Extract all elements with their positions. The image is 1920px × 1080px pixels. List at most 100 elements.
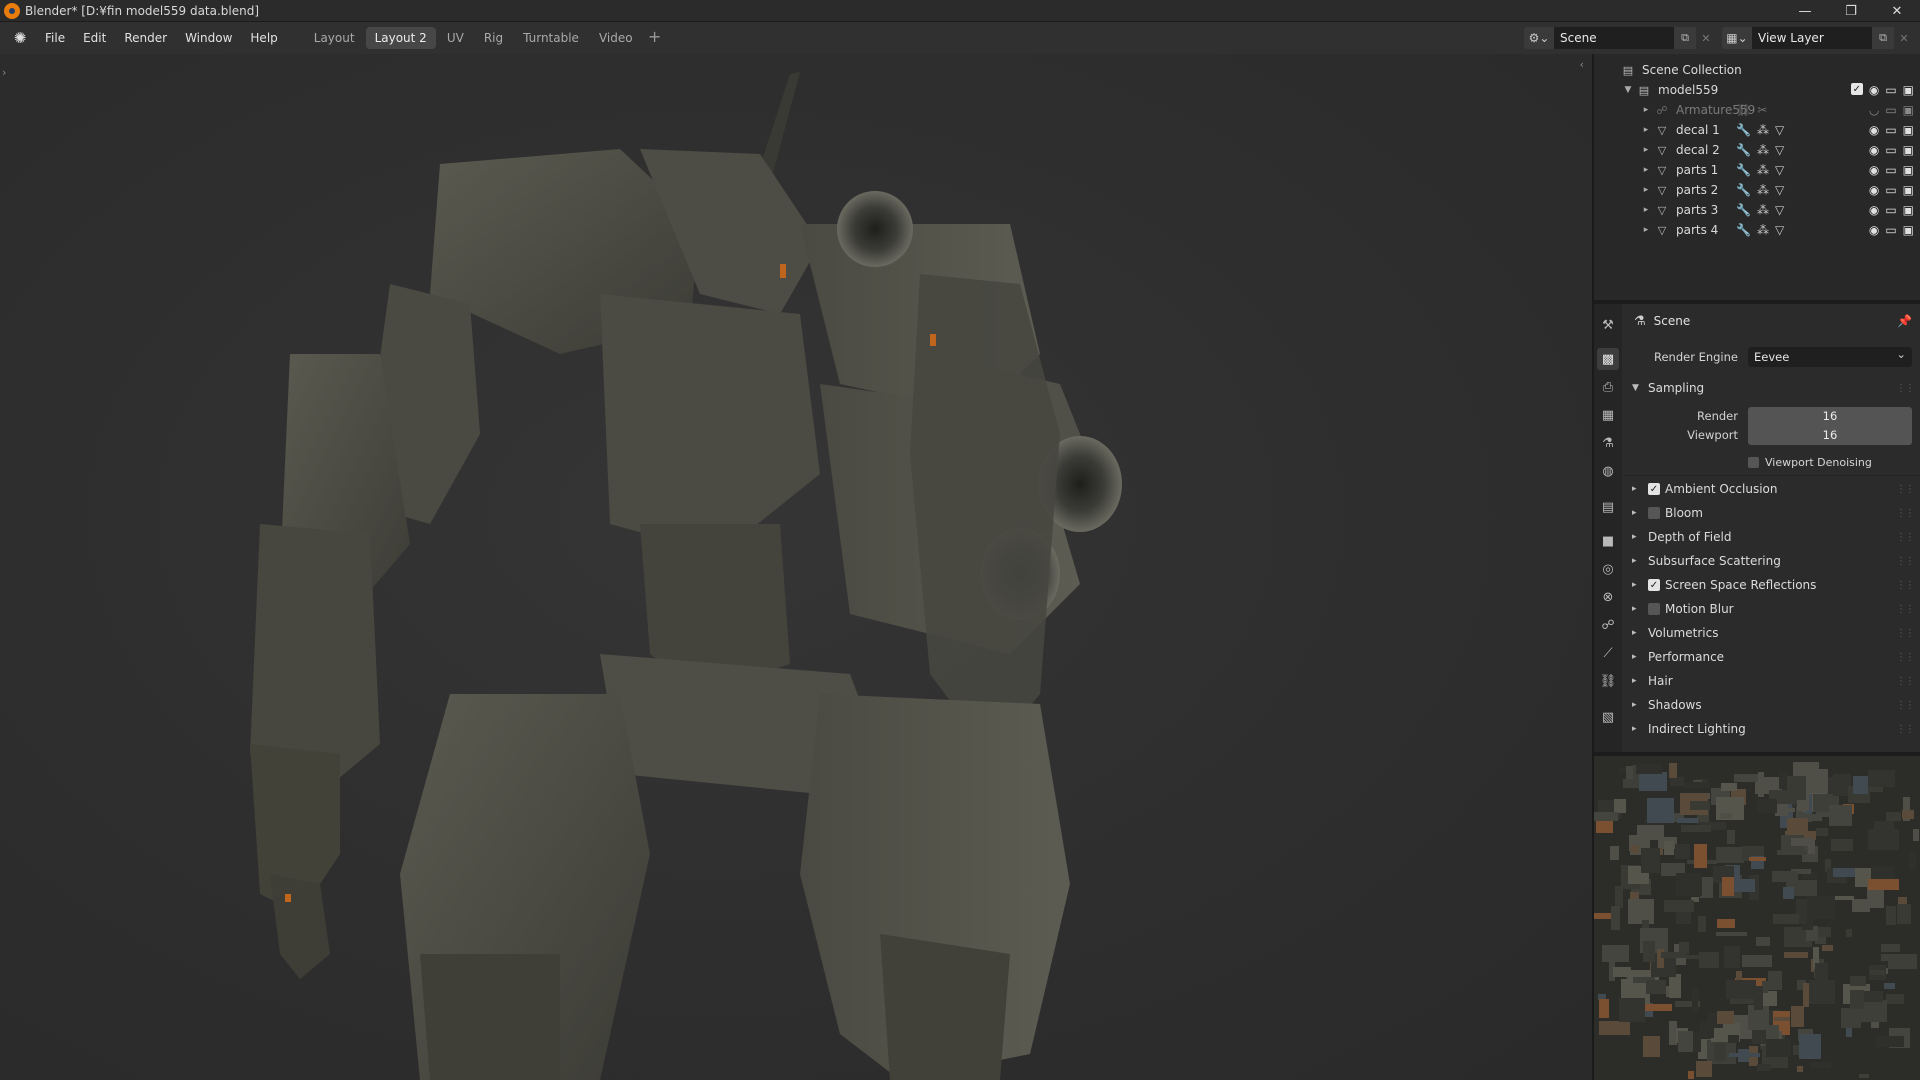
mesh-data-icon[interactable]: ▽ <box>1775 163 1784 177</box>
vertex-group-icon[interactable]: ⁂ <box>1757 123 1769 137</box>
viewport-denoising-checkbox[interactable] <box>1748 456 1759 468</box>
texture-tab-icon[interactable]: ▧ <box>1597 706 1619 728</box>
sampling-panel-header[interactable]: ▼ Sampling ⋮⋮ <box>1624 376 1920 400</box>
eye-closed-icon[interactable]: ◡ <box>1869 103 1879 117</box>
add-workspace-button[interactable]: + <box>644 27 666 49</box>
panel-hair[interactable]: ▸ Hair ⋮⋮ <box>1624 669 1920 693</box>
scene-name-field[interactable]: Scene <box>1554 27 1674 49</box>
expand-arrow-icon[interactable]: ▸ <box>1632 652 1642 662</box>
outliner-item-armature[interactable]: ▸ ☍ Armature559 ⛓ ✂ ◡ ▭ ▣ <box>1594 100 1920 120</box>
outliner-item-mesh[interactable]: ▸ ▽ parts 4 🔧 ⁂ ▽ ◉ ▭ ▣ <box>1594 220 1920 240</box>
outliner-item-mesh[interactable]: ▸ ▽ decal 2 🔧 ⁂ ▽ ◉ ▭ ▣ <box>1594 140 1920 160</box>
drag-handle-icon[interactable]: ⋮⋮ <box>1896 580 1915 591</box>
eye-icon[interactable]: ◉ <box>1869 163 1879 177</box>
world-tab-icon[interactable]: ◍ <box>1597 460 1619 482</box>
monitor-icon[interactable]: ▭ <box>1885 223 1896 237</box>
expand-arrow-icon[interactable]: ▸ <box>1632 628 1642 638</box>
wrench-icon[interactable]: 🔧 <box>1736 223 1751 237</box>
expand-arrow-icon[interactable]: ▸ <box>1640 165 1652 175</box>
expand-arrow-icon[interactable]: ▸ <box>1640 125 1652 135</box>
tab-video[interactable]: Video <box>590 27 642 49</box>
wrench-icon[interactable]: 🔧 <box>1736 183 1751 197</box>
expand-arrow-icon[interactable]: ▸ <box>1640 225 1652 235</box>
outliner-item-mesh[interactable]: ▸ ▽ decal 1 🔧 ⁂ ▽ ◉ ▭ ▣ <box>1594 120 1920 140</box>
drag-handle-icon[interactable]: ⋮⋮ <box>1896 652 1915 663</box>
camera-icon[interactable]: ▣ <box>1903 83 1914 97</box>
pin-icon[interactable]: 📌 <box>1897 314 1912 328</box>
viewport-samples-field[interactable]: 16 <box>1748 426 1912 445</box>
expand-arrow-icon[interactable]: ▸ <box>1632 724 1642 734</box>
bone-constraint-tab-icon[interactable]: ⛓ <box>1597 670 1619 692</box>
constraints-tab-icon[interactable]: ⊗ <box>1597 586 1619 608</box>
exclude-checkbox[interactable]: ✓ <box>1850 83 1863 95</box>
vertex-group-icon[interactable]: ⁂ <box>1757 163 1769 177</box>
outliner-scene-collection[interactable]: ▤ Scene Collection <box>1594 60 1920 80</box>
camera-icon[interactable]: ▣ <box>1903 103 1914 117</box>
menu-help[interactable]: Help <box>241 27 286 49</box>
expand-arrow-icon[interactable]: ▸ <box>1632 556 1642 566</box>
panel-performance[interactable]: ▸ Performance ⋮⋮ <box>1624 645 1920 669</box>
mesh-data-icon[interactable]: ▽ <box>1775 123 1784 137</box>
menu-window[interactable]: Window <box>176 27 241 49</box>
scene-browse-icon[interactable]: ⚙⌄ <box>1524 27 1554 49</box>
collection-tab-icon[interactable]: ▤ <box>1597 496 1619 518</box>
expand-arrow-icon[interactable]: ▸ <box>1640 145 1652 155</box>
physics-tab-icon[interactable]: ◎ <box>1597 558 1619 580</box>
tab-turntable[interactable]: Turntable <box>514 27 588 49</box>
image-editor-texture-preview[interactable] <box>1594 756 1920 1080</box>
outliner-item-mesh[interactable]: ▸ ▽ parts 3 🔧 ⁂ ▽ ◉ ▭ ▣ <box>1594 200 1920 220</box>
vertex-group-icon[interactable]: ⁂ <box>1757 183 1769 197</box>
expand-arrow-icon[interactable]: ▸ <box>1632 532 1642 542</box>
panel-motion-blur[interactable]: ▸ Motion Blur ⋮⋮ <box>1624 597 1920 621</box>
drag-handle-icon[interactable]: ⋮⋮ <box>1896 508 1915 519</box>
wrench-icon[interactable]: 🔧 <box>1736 143 1751 157</box>
camera-icon[interactable]: ▣ <box>1903 203 1914 217</box>
tab-rig[interactable]: Rig <box>475 27 512 49</box>
render-samples-field[interactable]: 16 <box>1748 406 1912 426</box>
motion-blur-checkbox[interactable] <box>1648 603 1660 615</box>
expand-arrow-icon[interactable]: ▸ <box>1640 205 1652 215</box>
restore-button[interactable]: ❐ <box>1828 0 1874 22</box>
new-scene-icon[interactable]: ⧉ <box>1674 27 1696 49</box>
mesh-data-icon[interactable]: ▽ <box>1775 143 1784 157</box>
delete-view-layer-icon[interactable]: ✕ <box>1894 27 1914 49</box>
panel-subsurface-scattering[interactable]: ▸ Subsurface Scattering ⋮⋮ <box>1624 549 1920 573</box>
panel-indirect-lighting[interactable]: ▸ Indirect Lighting ⋮⋮ <box>1624 717 1920 741</box>
collapse-arrow-icon[interactable]: ▼ <box>1632 383 1642 393</box>
object-tab-icon[interactable]: ■ <box>1597 530 1619 552</box>
ambient-occlusion-checkbox[interactable]: ✓ <box>1648 483 1660 495</box>
mesh-data-icon[interactable]: ▽ <box>1775 183 1784 197</box>
scene-tab-icon[interactable]: ⚗ <box>1597 432 1619 454</box>
drag-handle-icon[interactable]: ⋮⋮ <box>1896 724 1915 735</box>
3d-viewport[interactable]: › ‹ <box>0 54 1592 1080</box>
wrench-icon[interactable]: 🔧 <box>1736 123 1751 137</box>
output-tab-icon[interactable]: ⎙ <box>1597 376 1619 398</box>
mesh-data-icon[interactable]: ▽ <box>1775 203 1784 217</box>
drag-handle-icon[interactable]: ⋮⋮ <box>1896 556 1915 567</box>
expand-arrow-icon[interactable]: ▸ <box>1632 508 1642 518</box>
outliner-item-mesh[interactable]: ▸ ▽ parts 1 🔧 ⁂ ▽ ◉ ▭ ▣ <box>1594 160 1920 180</box>
camera-icon[interactable]: ▣ <box>1903 143 1914 157</box>
expand-arrow-icon[interactable]: ▸ <box>1640 185 1652 195</box>
camera-icon[interactable]: ▣ <box>1903 123 1914 137</box>
wrench-icon[interactable]: 🔧 <box>1736 203 1751 217</box>
new-view-layer-icon[interactable]: ⧉ <box>1872 27 1894 49</box>
camera-icon[interactable]: ▣ <box>1903 163 1914 177</box>
camera-icon[interactable]: ▣ <box>1903 183 1914 197</box>
tab-layout[interactable]: Layout <box>305 27 364 49</box>
render-engine-dropdown[interactable]: Eevee <box>1748 344 1912 367</box>
viewport-denoising-row[interactable]: Viewport Denoising <box>1624 452 1920 472</box>
view-layer-tab-icon[interactable]: ▦ <box>1597 404 1619 426</box>
drag-handle-icon[interactable]: ⋮⋮ <box>1896 383 1915 394</box>
ssr-checkbox[interactable]: ✓ <box>1648 579 1660 591</box>
view-layer-browse-icon[interactable]: ▦⌄ <box>1722 27 1752 49</box>
expand-arrow-icon[interactable]: ▸ <box>1632 700 1642 710</box>
panel-screen-space-reflections[interactable]: ▸ ✓ Screen Space Reflections ⋮⋮ <box>1624 573 1920 597</box>
menu-edit[interactable]: Edit <box>74 27 115 49</box>
bone-tab-icon[interactable]: ⟋ <box>1597 642 1619 664</box>
delete-scene-icon[interactable]: ✕ <box>1696 27 1716 49</box>
collapse-arrow-icon[interactable]: ▼ <box>1622 85 1634 95</box>
mesh-data-icon[interactable]: ▽ <box>1775 223 1784 237</box>
eye-icon[interactable]: ◉ <box>1869 203 1879 217</box>
expand-arrow-icon[interactable]: ▸ <box>1632 580 1642 590</box>
